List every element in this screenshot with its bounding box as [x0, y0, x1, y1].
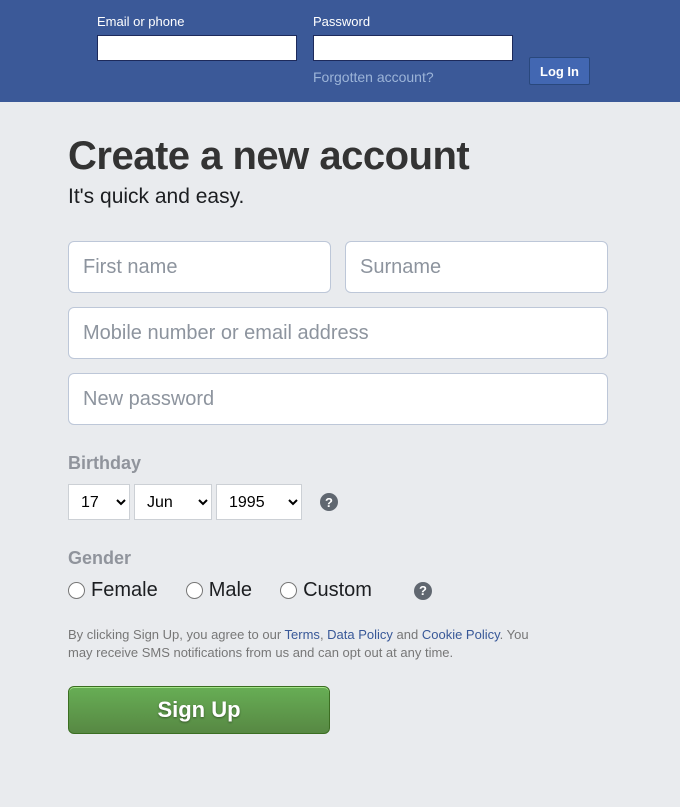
terms-text: By clicking Sign Up, you agree to our Te…	[68, 626, 548, 662]
login-button[interactable]: Log In	[529, 57, 590, 85]
forgotten-account-link[interactable]: Forgotten account?	[313, 69, 513, 85]
male-label: Male	[209, 579, 252, 602]
contact-input[interactable]	[68, 307, 608, 359]
page-title: Create a new account	[68, 134, 680, 179]
password-label: Password	[313, 14, 513, 29]
terms-link[interactable]: Terms	[285, 627, 320, 642]
page-subtitle: It's quick and easy.	[68, 185, 680, 209]
login-header: Email or phone Password Forgotten accoun…	[0, 0, 680, 102]
birthday-help-icon[interactable]: ?	[320, 493, 338, 511]
signup-button[interactable]: Sign Up	[68, 686, 330, 734]
signup-form: Birthday 17 Jun 1995 ? Gender Female Mal…	[68, 241, 608, 734]
cookie-policy-link[interactable]: Cookie Policy	[422, 627, 500, 642]
surname-input[interactable]	[345, 241, 608, 293]
first-name-input[interactable]	[68, 241, 331, 293]
birthday-year-select[interactable]: 1995	[216, 484, 302, 520]
gender-option-female[interactable]: Female	[68, 579, 158, 602]
signup-main: Create a new account It's quick and easy…	[0, 102, 680, 734]
email-input[interactable]	[97, 35, 297, 61]
birthday-label: Birthday	[68, 453, 608, 474]
male-radio[interactable]	[186, 582, 203, 599]
data-policy-link[interactable]: Data Policy	[327, 627, 393, 642]
gender-option-male[interactable]: Male	[186, 579, 252, 602]
gender-option-custom[interactable]: Custom	[280, 579, 372, 602]
gender-label: Gender	[68, 548, 608, 569]
female-label: Female	[91, 579, 158, 602]
custom-label: Custom	[303, 579, 372, 602]
email-label: Email or phone	[97, 14, 297, 29]
birthday-day-select[interactable]: 17	[68, 484, 130, 520]
birthday-month-select[interactable]: Jun	[134, 484, 212, 520]
female-radio[interactable]	[68, 582, 85, 599]
custom-radio[interactable]	[280, 582, 297, 599]
new-password-input[interactable]	[68, 373, 608, 425]
password-input[interactable]	[313, 35, 513, 61]
gender-help-icon[interactable]: ?	[414, 582, 432, 600]
